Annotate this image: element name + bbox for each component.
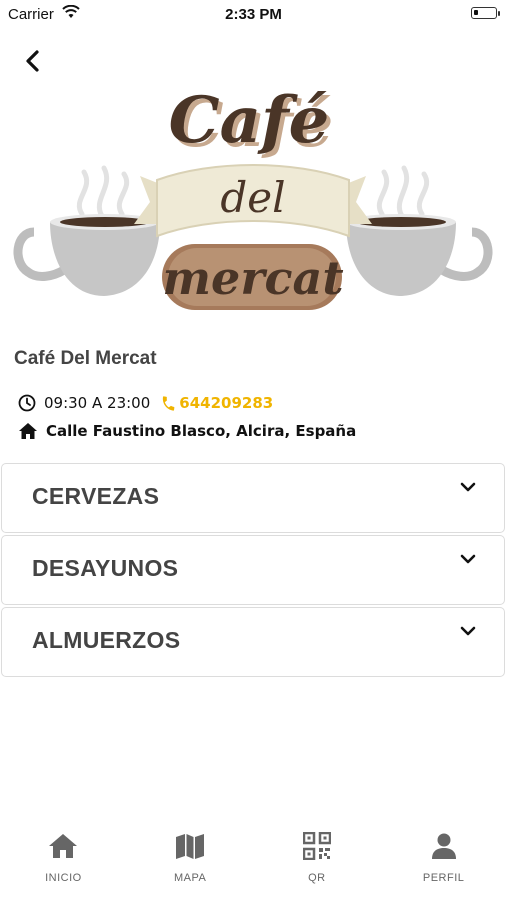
menu-sections: CERVEZAS DESAYUNOS ALMUERZOS bbox=[0, 463, 507, 679]
svg-text:mercat: mercat bbox=[162, 251, 343, 305]
qr-code-icon bbox=[302, 832, 331, 860]
tab-label: PERFIL bbox=[422, 872, 465, 884]
section-label: DESAYUNOS bbox=[32, 555, 179, 581]
tab-mapa[interactable]: MAPA bbox=[127, 820, 254, 900]
chevron-left-icon bbox=[26, 50, 39, 72]
phone-icon bbox=[163, 395, 175, 411]
map-icon bbox=[176, 834, 205, 859]
home-icon bbox=[49, 834, 78, 858]
hours-row: 09:30 A 23:00 644209283 bbox=[18, 394, 273, 412]
section-label: CERVEZAS bbox=[32, 483, 160, 509]
chevron-down-icon bbox=[460, 626, 476, 636]
clock-time: 2:33 PM bbox=[225, 6, 282, 23]
section-label: ALMUERZOS bbox=[32, 627, 181, 653]
svg-text:del: del bbox=[220, 173, 285, 222]
chevron-down-icon bbox=[460, 482, 476, 492]
chevron-down-icon bbox=[460, 554, 476, 564]
tab-qr[interactable]: QR bbox=[254, 820, 381, 900]
battery-icon bbox=[471, 7, 500, 19]
home-icon bbox=[19, 423, 37, 439]
tab-inicio[interactable]: INICIO bbox=[0, 820, 127, 900]
opening-hours: 09:30 A 23:00 bbox=[44, 394, 151, 412]
section-cervezas[interactable]: CERVEZAS bbox=[1, 463, 505, 533]
user-icon bbox=[431, 833, 456, 859]
section-almuerzos[interactable]: ALMUERZOS bbox=[1, 607, 505, 677]
back-button[interactable] bbox=[18, 46, 48, 76]
tab-label: MAPA bbox=[173, 872, 207, 884]
address: Calle Faustino Blasco, Alcira, España bbox=[46, 422, 357, 440]
section-desayunos[interactable]: DESAYUNOS bbox=[1, 535, 505, 605]
cafe-del-mercat-logo: Café Café del mercat bbox=[13, 84, 493, 310]
tab-label: QR bbox=[308, 872, 326, 884]
tab-perfil[interactable]: PERFIL bbox=[380, 820, 507, 900]
svg-text:Café: Café bbox=[169, 84, 330, 158]
cafe-name: Café Del Mercat bbox=[14, 348, 157, 369]
tab-label: INICIO bbox=[45, 872, 82, 884]
phone-link[interactable]: 644209283 bbox=[179, 394, 273, 412]
clock-icon bbox=[18, 394, 36, 412]
status-bar: Carrier 2:33 PM bbox=[0, 0, 507, 28]
address-row: Calle Faustino Blasco, Alcira, España bbox=[18, 422, 356, 440]
bottom-tab-bar: INICIO MAPA QR PERFIL bbox=[0, 820, 507, 900]
